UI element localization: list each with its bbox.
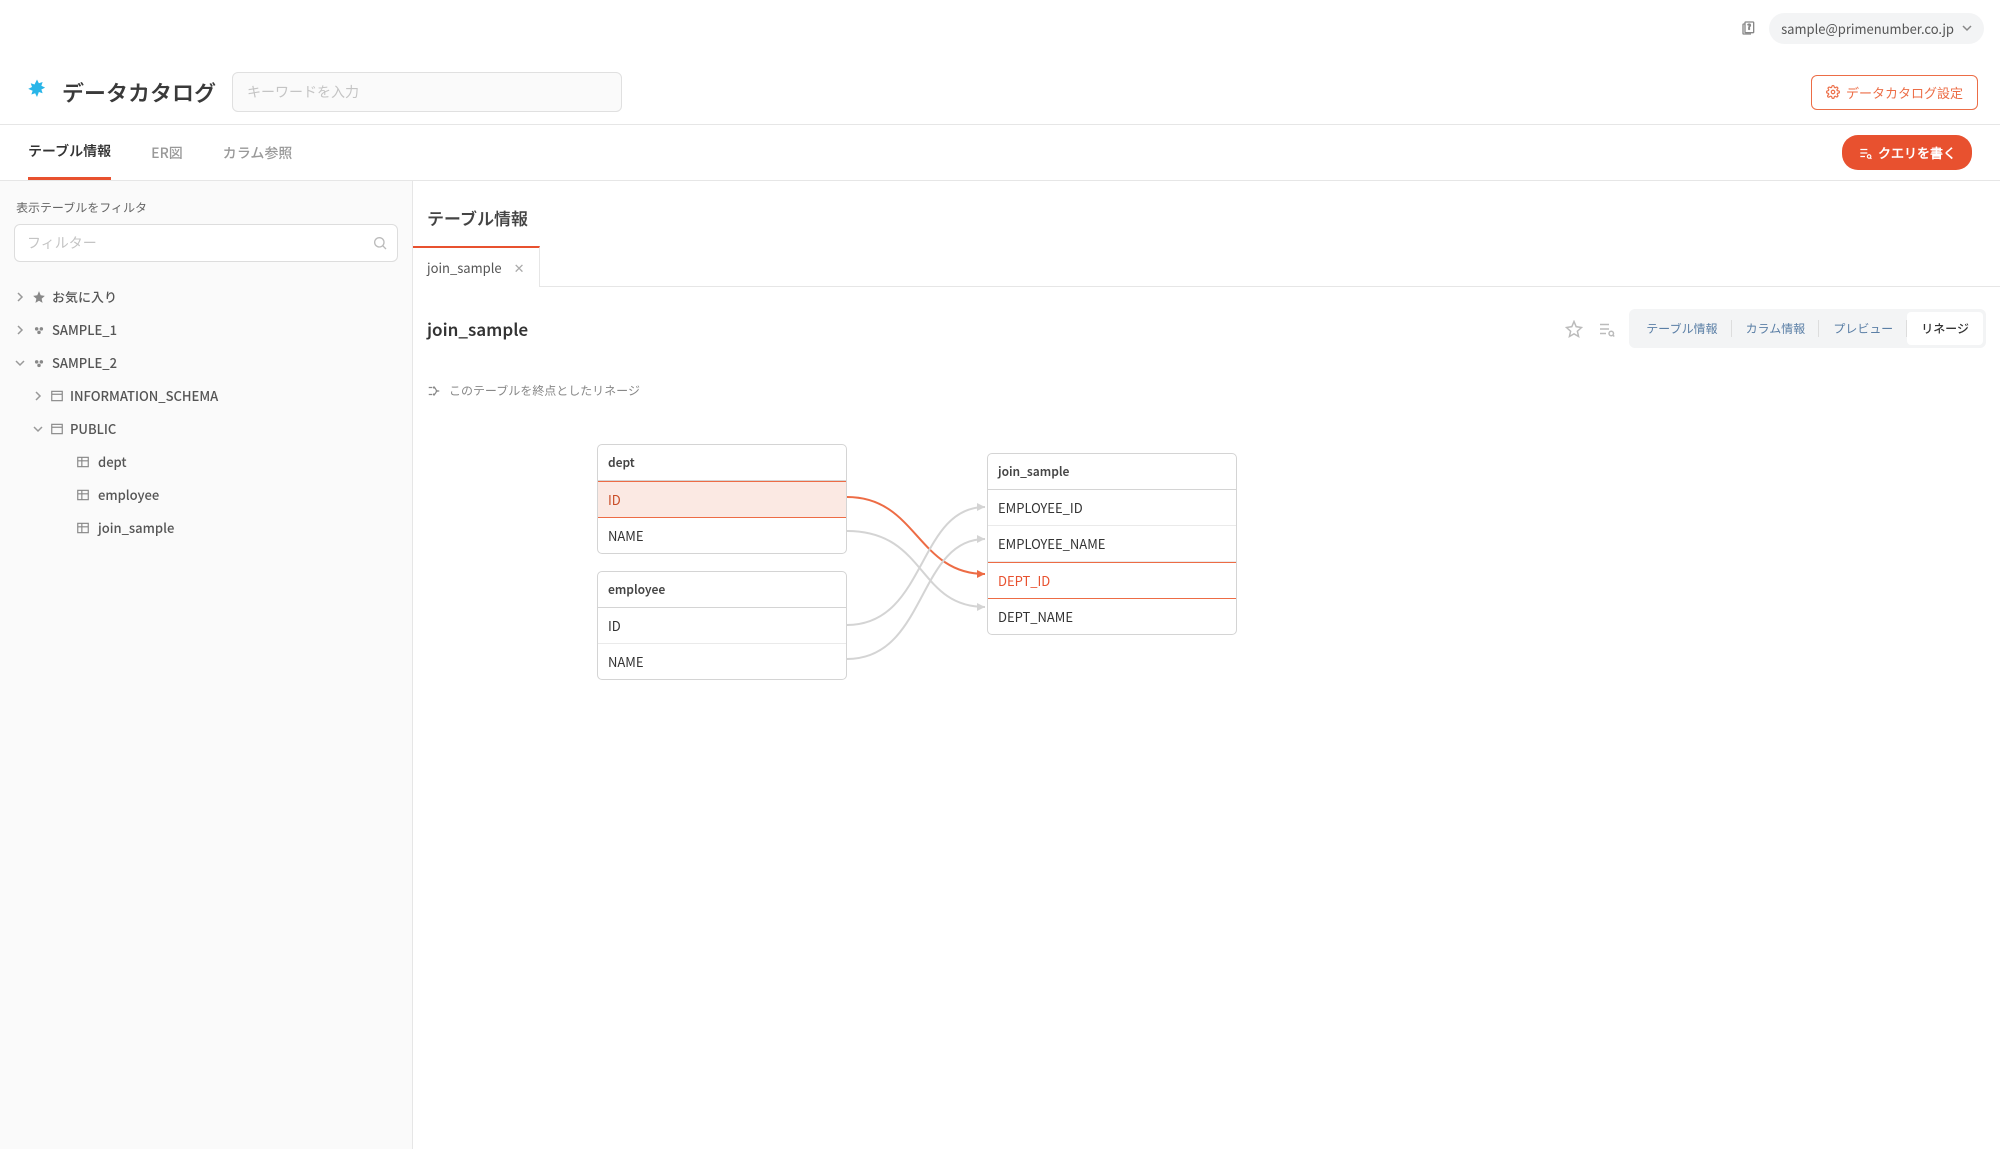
column-target-employee-name[interactable]: EMPLOYEE_NAME bbox=[988, 526, 1236, 562]
user-email: sample@primenumber.co.jp bbox=[1781, 19, 1954, 38]
star-icon bbox=[32, 290, 46, 304]
content: テーブル情報 join_sample ✕ join_sample テーブル情報 … bbox=[413, 181, 2000, 1149]
lineage-canvas[interactable]: dept ID NAME employee ID NAME join_sampl… bbox=[427, 439, 1986, 799]
sidebar: 表示テーブルをフィルタ お気に入り SAMPLE_1 SAMPLE_2 INFO… bbox=[0, 181, 413, 1149]
catalog-settings-button[interactable]: データカタログ設定 bbox=[1811, 75, 1978, 110]
column-target-dept-name[interactable]: DEPT_NAME bbox=[988, 599, 1236, 634]
search-list-icon[interactable] bbox=[1597, 320, 1615, 338]
filter-input[interactable] bbox=[14, 224, 398, 262]
query-icon bbox=[1858, 146, 1872, 160]
sidebar-db-sample2[interactable]: SAMPLE_2 bbox=[14, 346, 398, 379]
chevron-right-icon bbox=[32, 391, 44, 401]
lineage-table-join-sample[interactable]: join_sample EMPLOYEE_ID EMPLOYEE_NAME DE… bbox=[987, 453, 1237, 635]
nav-tab-table-info[interactable]: テーブル情報 bbox=[28, 125, 111, 180]
chevron-right-icon bbox=[14, 292, 26, 302]
view-tab-table-info[interactable]: テーブル情報 bbox=[1632, 312, 1731, 345]
sidebar-table-employee[interactable]: employee bbox=[14, 478, 398, 511]
view-tab-lineage[interactable]: リネージ bbox=[1907, 312, 1983, 345]
search-input[interactable] bbox=[232, 72, 622, 112]
table-icon bbox=[76, 455, 90, 469]
star-outline-icon[interactable] bbox=[1565, 320, 1583, 338]
sidebar-schema-public[interactable]: PUBLIC bbox=[14, 412, 398, 445]
help-doc-icon[interactable]: ? bbox=[1741, 20, 1757, 36]
column-employee-name[interactable]: NAME bbox=[598, 644, 846, 679]
view-tabs: テーブル情報 カラム情報 プレビュー リネージ bbox=[1629, 309, 1986, 348]
snowflake-icon bbox=[22, 77, 52, 107]
database-icon bbox=[32, 323, 46, 337]
write-query-button[interactable]: クエリを書く bbox=[1842, 135, 1972, 170]
column-dept-name[interactable]: NAME bbox=[598, 518, 846, 553]
gear-icon bbox=[1826, 85, 1840, 99]
chevron-down-icon bbox=[1962, 23, 1972, 33]
nav-tab-er[interactable]: ER図 bbox=[151, 127, 183, 179]
schema-icon bbox=[50, 389, 64, 403]
sidebar-schema-information[interactable]: INFORMATION_SCHEMA bbox=[14, 379, 398, 412]
column-employee-id[interactable]: ID bbox=[598, 608, 846, 644]
lineage-icon bbox=[427, 384, 441, 398]
chevron-down-icon bbox=[14, 358, 26, 368]
column-target-employee-id[interactable]: EMPLOYEE_ID bbox=[988, 490, 1236, 526]
lineage-note: このテーブルを終点としたリネージ bbox=[413, 370, 2000, 419]
close-icon[interactable]: ✕ bbox=[514, 258, 525, 277]
sidebar-table-join-sample[interactable]: join_sample bbox=[14, 511, 398, 544]
sidebar-favorites[interactable]: お気に入り bbox=[14, 280, 398, 313]
app-logo: データカタログ bbox=[22, 76, 216, 108]
app-title: データカタログ bbox=[62, 76, 216, 108]
chevron-down-icon bbox=[32, 424, 44, 434]
detail-title: join_sample bbox=[427, 316, 1551, 341]
sidebar-db-sample1[interactable]: SAMPLE_1 bbox=[14, 313, 398, 346]
schema-icon bbox=[50, 422, 64, 436]
open-tab[interactable]: join_sample ✕ bbox=[413, 246, 540, 287]
filter-title: 表示テーブルをフィルタ bbox=[14, 199, 398, 216]
user-menu[interactable]: sample@primenumber.co.jp bbox=[1769, 13, 1984, 44]
svg-text:?: ? bbox=[1748, 21, 1751, 31]
lineage-table-dept[interactable]: dept ID NAME bbox=[597, 444, 847, 554]
view-tab-preview[interactable]: プレビュー bbox=[1819, 312, 1907, 345]
column-dept-id[interactable]: ID bbox=[598, 481, 846, 518]
table-icon bbox=[76, 521, 90, 535]
nav-tab-column-ref[interactable]: カラム参照 bbox=[223, 127, 293, 179]
chevron-right-icon bbox=[14, 325, 26, 335]
section-title: テーブル情報 bbox=[413, 205, 2000, 246]
database-icon bbox=[32, 356, 46, 370]
sidebar-table-dept[interactable]: dept bbox=[14, 445, 398, 478]
column-target-dept-id[interactable]: DEPT_ID bbox=[988, 562, 1236, 599]
view-tab-column-info[interactable]: カラム情報 bbox=[1732, 312, 1820, 345]
lineage-table-employee[interactable]: employee ID NAME bbox=[597, 571, 847, 680]
table-icon bbox=[76, 488, 90, 502]
search-icon bbox=[372, 235, 388, 251]
